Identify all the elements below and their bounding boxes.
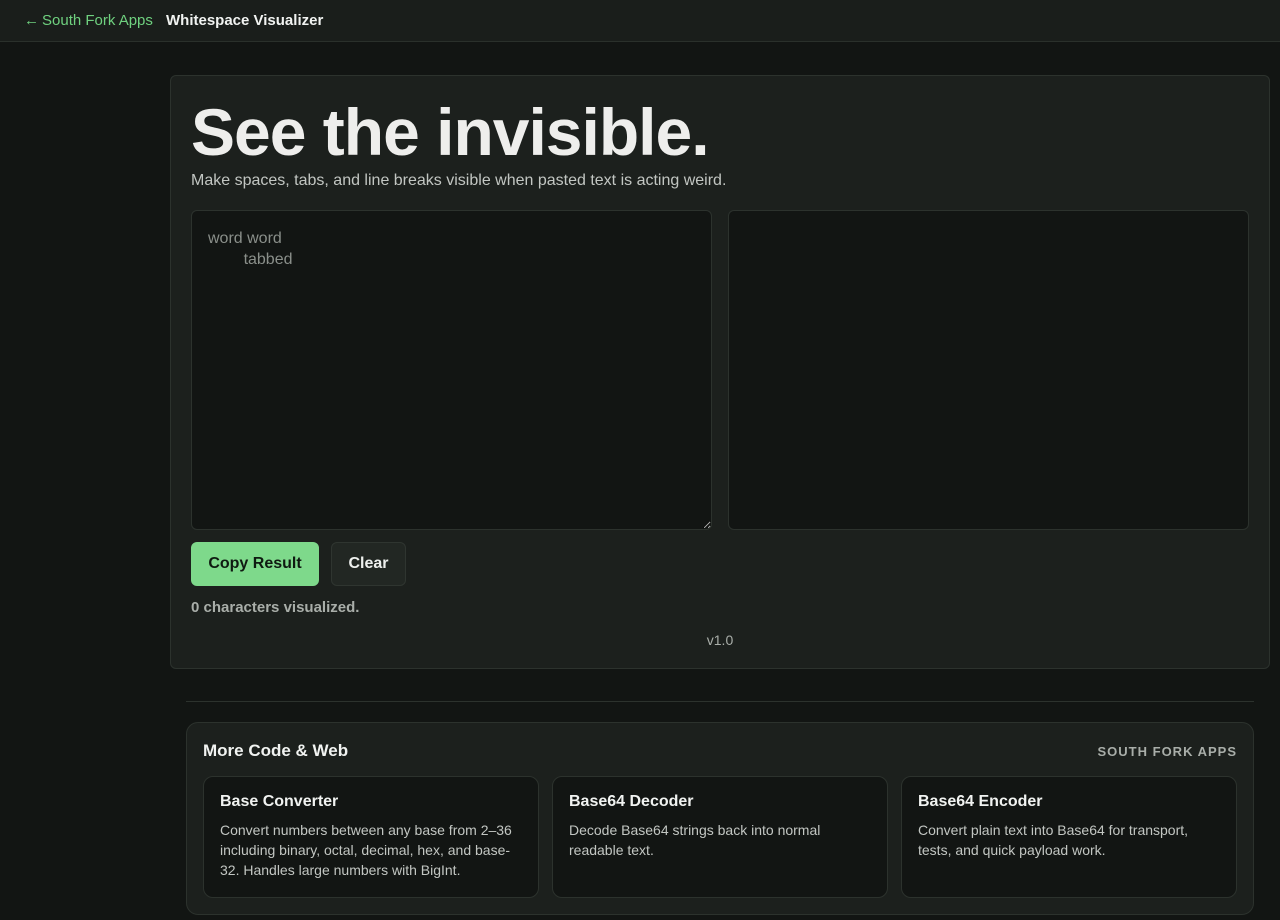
clear-button[interactable]: Clear [331,542,406,586]
app-card-base64-decoder[interactable]: Base64 Decoder Decode Base64 strings bac… [552,776,888,898]
back-arrow-icon: ← [24,12,39,29]
top-bar: ← South Fork Apps Whitespace Visualizer [0,0,1280,42]
section-divider [186,701,1254,702]
more-section-title: More Code & Web [203,741,349,760]
card-description: Convert numbers between any base from 2–… [220,822,512,878]
back-link-label: South Fork Apps [42,12,153,29]
copy-result-button[interactable]: Copy Result [191,542,319,586]
input-textarea[interactable] [191,210,712,530]
app-card-base64-encoder[interactable]: Base64 Encoder Convert plain text into B… [901,776,1237,898]
subtitle: Make spaces, tabs, and line breaks visib… [191,172,727,189]
card-description: Convert plain text into Base64 for trans… [918,822,1189,858]
card-title: Base64 Encoder [918,793,1043,810]
app-card-base-converter[interactable]: Base Converter Convert numbers between a… [203,776,539,898]
output-panel [728,210,1249,530]
card-title: Base64 Decoder [569,793,694,810]
hero-title: See the invisible. [191,95,710,169]
brand-label: SOUTH FORK APPS [1097,744,1237,759]
more-apps-section: More Code & Web SOUTH FORK APPS Base Con… [186,722,1254,915]
card-description: Decode Base64 strings back into normal r… [569,822,821,858]
version-label: v1.0 [706,632,734,648]
card-title: Base Converter [220,793,339,810]
app-title: Whitespace Visualizer [166,12,324,29]
tool-panel: See the invisible. Make spaces, tabs, an… [170,75,1270,669]
character-count-status: 0 characters visualized. [191,599,360,616]
back-link[interactable]: ← South Fork Apps [24,12,153,29]
